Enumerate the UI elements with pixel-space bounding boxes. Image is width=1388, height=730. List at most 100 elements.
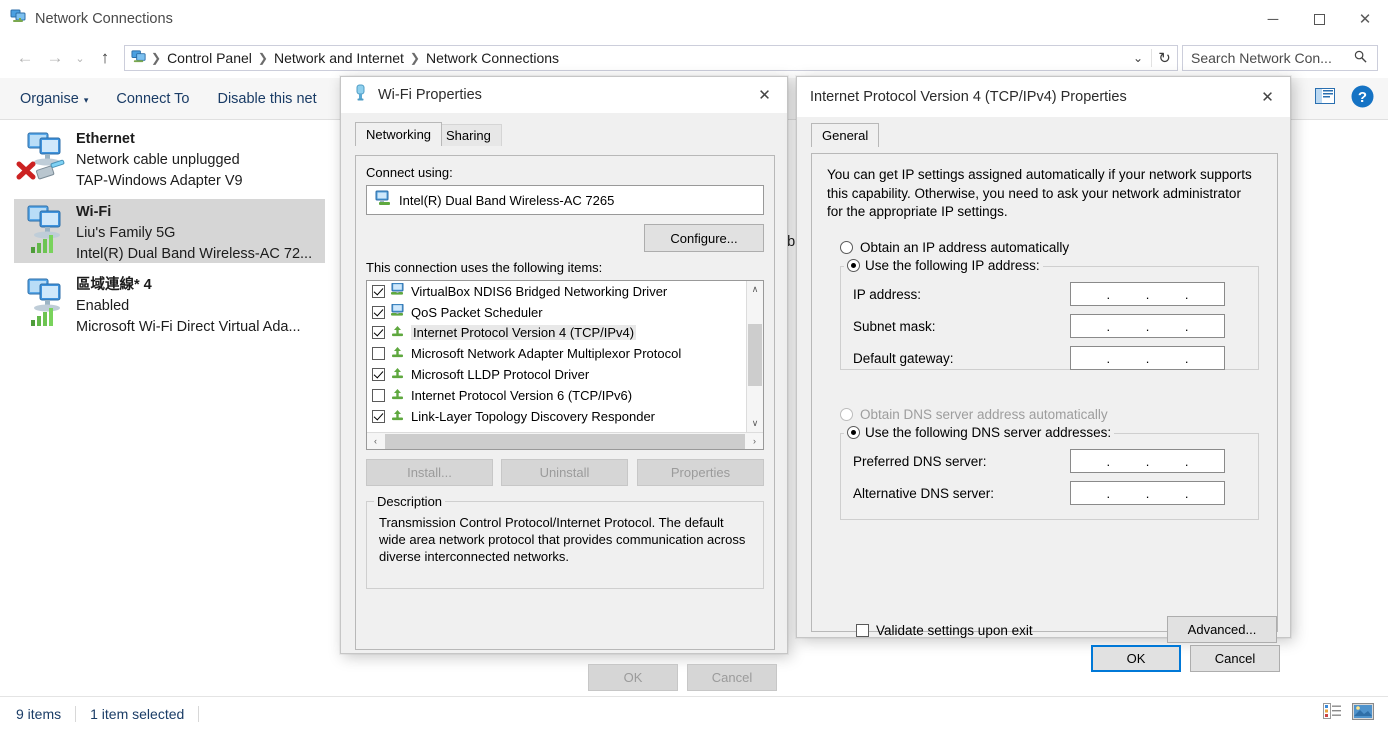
forward-button[interactable]: → [40, 43, 70, 73]
tab-sharing[interactable]: Sharing [435, 124, 502, 146]
alternative-dns-input[interactable]: . . . [1070, 481, 1225, 505]
connect-using-label: Connect using: [366, 165, 453, 180]
command-disable-this-network-device[interactable]: Disable this net [203, 91, 330, 107]
protocol-label: QoS Packet Scheduler [411, 304, 543, 320]
protocol-list[interactable]: VirtualBox NDIS6 Bridged Networking Driv… [366, 280, 764, 450]
radio-use-following-ip[interactable]: Use the following IP address: [844, 258, 1043, 273]
close-button[interactable]: ✕ [1342, 0, 1388, 38]
details-view-icon[interactable] [1323, 703, 1342, 724]
status-divider [75, 705, 77, 722]
command-connect-to[interactable]: Connect To [102, 91, 203, 107]
protocol-list-vertical-scrollbar[interactable]: ∧ ∨ [746, 281, 763, 432]
tab-networking[interactable]: Networking [355, 122, 443, 146]
adapter-field[interactable]: Intel(R) Dual Band Wireless-AC 7265 [366, 185, 764, 215]
breadcrumb-item-control-panel[interactable]: Control Panel [163, 50, 256, 66]
protocol-row[interactable]: Internet Protocol Version 4 (TCP/IPv4) [367, 323, 763, 344]
preferred-dns-label: Preferred DNS server: [853, 454, 987, 469]
command-organise[interactable]: Organise ▾ [6, 91, 102, 107]
connection-name: Wi-Fi [76, 204, 112, 220]
protocol-list-horizontal-scrollbar[interactable]: ‹ › [367, 432, 763, 449]
wifi-dialog-title: Wi-Fi Properties [378, 87, 482, 103]
protocol-row[interactable]: Microsoft LLDP Protocol Driver [367, 364, 763, 385]
install-button[interactable]: Install... [366, 459, 493, 486]
search-input[interactable]: Search Network Con... [1182, 45, 1378, 71]
protocol-checkbox[interactable] [372, 326, 385, 340]
advanced-button[interactable]: Advanced... [1167, 616, 1277, 643]
radio-indicator[interactable] [840, 241, 853, 254]
window-title: Network Connections [35, 11, 173, 27]
description-text: Transmission Control Protocol/Internet P… [379, 515, 746, 564]
preferred-dns-row: Preferred DNS server: [853, 453, 987, 471]
preview-pane-icon[interactable] [1315, 88, 1335, 109]
protocol-checkbox[interactable] [372, 284, 385, 298]
help-icon[interactable]: ? [1351, 85, 1374, 113]
radio-obtain-ip-automatically[interactable]: Obtain an IP address automatically [840, 240, 1069, 255]
protocol-checkbox[interactable] [372, 388, 385, 402]
items-label: This connection uses the following items… [366, 260, 603, 275]
preferred-dns-input[interactable]: . . . [1070, 449, 1225, 473]
breadcrumb-item-network-connections[interactable]: Network Connections [422, 50, 563, 66]
intro-text: You can get IP settings assigned automat… [827, 167, 1252, 219]
service-icon [390, 303, 405, 321]
ipv4-dialog-body: General You can get IP settings assigned… [797, 123, 1290, 672]
refresh-icon[interactable]: ↻ [1151, 49, 1177, 67]
list-item-local-area-connection-4[interactable]: 區域連線* 4 Enabled Microsoft Wi-Fi Direct V… [14, 272, 325, 336]
usb-network-icon [353, 84, 368, 106]
protocol-row[interactable]: Microsoft Network Adapter Multiplexor Pr… [367, 343, 763, 364]
ip-address-input[interactable]: . . . [1070, 282, 1225, 306]
wifi-dialog-close-button[interactable]: ✕ [742, 77, 787, 113]
scroll-right-icon[interactable]: › [746, 436, 763, 446]
wifi-dialog-body: Networking Sharing Connect using: Intel(… [341, 122, 787, 691]
back-button[interactable]: ← [10, 43, 40, 73]
properties-button[interactable]: Properties [637, 459, 764, 486]
scroll-up-icon[interactable]: ∧ [747, 281, 763, 298]
protocol-row[interactable]: Internet Protocol Version 6 (TCP/IPv6) [367, 385, 763, 406]
ip-address-row: IP address: [853, 286, 921, 304]
scrollbar-thumb[interactable] [385, 433, 745, 449]
protocol-checkbox[interactable] [372, 305, 385, 319]
minimize-button[interactable]: ─ [1250, 0, 1296, 38]
up-button[interactable]: ↑ [90, 43, 120, 73]
breadcrumb-dropdown-icon[interactable]: ⌄ [1125, 51, 1151, 65]
checkbox-indicator[interactable] [856, 624, 869, 637]
protocol-row[interactable]: Link-Layer Topology Discovery Responder [367, 406, 763, 427]
wifi-cancel-button[interactable]: Cancel [687, 664, 777, 691]
subnet-mask-label: Subnet mask: [853, 319, 936, 334]
scroll-left-icon[interactable]: ‹ [367, 436, 384, 446]
list-item-ethernet[interactable]: Ethernet Network cable unplugged TAP-Win… [14, 126, 325, 190]
network-connections-icon [10, 8, 27, 30]
ipv4-dialog-close-button[interactable]: ✕ [1245, 77, 1290, 117]
protocol-checkbox[interactable] [372, 368, 385, 382]
radio-indicator[interactable] [847, 426, 860, 439]
ipv4-ok-button[interactable]: OK [1091, 645, 1181, 672]
breadcrumb-item-network-and-internet[interactable]: Network and Internet [270, 50, 408, 66]
recent-locations-button[interactable]: ⌄ [70, 43, 90, 73]
scroll-down-icon[interactable]: ∨ [747, 415, 763, 432]
protocol-row[interactable]: VirtualBox NDIS6 Bridged Networking Driv… [367, 281, 763, 302]
uninstall-button[interactable]: Uninstall [501, 459, 628, 486]
radio-use-following-dns[interactable]: Use the following DNS server addresses: [844, 425, 1115, 440]
validate-settings-checkbox[interactable]: Validate settings upon exit [856, 623, 1033, 638]
protocol-checkbox[interactable] [372, 347, 385, 361]
subnet-mask-input[interactable]: . . . [1070, 314, 1225, 338]
maximize-button[interactable] [1296, 0, 1342, 38]
wifi-ok-button[interactable]: OK [588, 664, 678, 691]
window-titlebar: Network Connections ─ ✕ [0, 0, 1388, 38]
large-icons-view-icon[interactable] [1352, 702, 1374, 725]
configure-button[interactable]: Configure... [644, 224, 764, 252]
ipv4-cancel-button[interactable]: Cancel [1190, 645, 1280, 672]
breadcrumb[interactable]: ❯ Control Panel ❯ Network and Internet ❯… [124, 45, 1178, 71]
default-gateway-input[interactable]: . . . [1070, 346, 1225, 370]
tab-general[interactable]: General [811, 123, 880, 147]
scrollbar-thumb[interactable] [748, 324, 762, 386]
window-controls: ─ ✕ [1250, 0, 1388, 38]
list-item-wifi[interactable]: Wi-Fi Liu's Family 5G Intel(R) Dual Band… [14, 199, 325, 263]
radio-obtain-dns-automatically[interactable]: Obtain DNS server address automatically [840, 407, 1108, 422]
radio-indicator[interactable] [847, 259, 860, 272]
radio-indicator[interactable] [840, 408, 853, 421]
connection-status: Network cable unplugged [76, 152, 240, 168]
protocol-checkbox[interactable] [372, 409, 385, 423]
protocol-row[interactable]: QoS Packet Scheduler [367, 302, 763, 323]
manual-dns-group: Use the following DNS server addresses: … [840, 425, 1259, 520]
network-adapter-icon [14, 199, 76, 263]
